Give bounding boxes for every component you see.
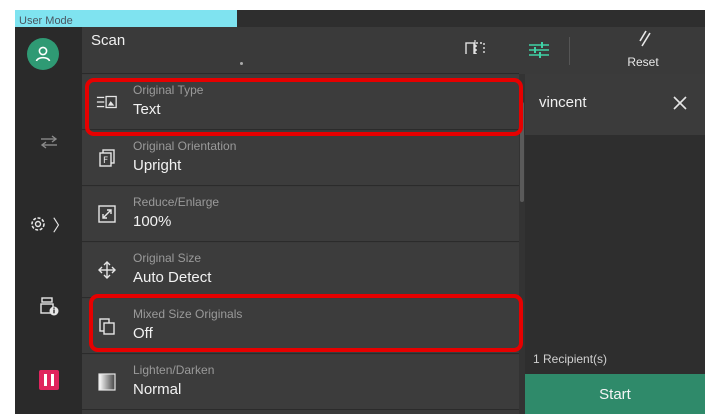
setting-value: Off bbox=[133, 325, 153, 342]
start-button[interactable]: Start bbox=[525, 374, 705, 414]
original-size-icon bbox=[96, 259, 118, 281]
pause-button[interactable] bbox=[15, 360, 82, 400]
reset-icon bbox=[639, 30, 651, 47]
setting-label: Original Type bbox=[133, 83, 204, 97]
setting-row-original-type[interactable]: Original Type Text bbox=[82, 75, 519, 130]
setting-row-original-orientation[interactable]: F Original Orientation Upright bbox=[82, 131, 519, 186]
list-top-strip bbox=[82, 54, 519, 74]
setting-value: Text bbox=[133, 101, 161, 118]
setting-label: Original Size bbox=[133, 251, 202, 265]
page-title: Scan bbox=[91, 32, 126, 49]
setting-row-lighten-darken[interactable]: Lighten/Darken Normal bbox=[82, 355, 519, 410]
setting-value: Normal bbox=[133, 381, 182, 398]
lighten-darken-icon bbox=[96, 371, 118, 393]
chevron-right-icon: 〉 bbox=[52, 218, 69, 235]
recipient-panel: vincent 1 Recipient(s) Start bbox=[525, 74, 705, 414]
recipient-item[interactable]: vincent bbox=[525, 74, 705, 135]
close-icon[interactable] bbox=[669, 92, 691, 114]
setting-label: Reduce/Enlarge bbox=[133, 195, 220, 209]
settings-icon bbox=[31, 217, 46, 231]
orientation-icon: F bbox=[96, 147, 118, 169]
user-icon[interactable] bbox=[27, 38, 59, 70]
reset-button[interactable]: Reset bbox=[611, 29, 675, 73]
setting-label: Mixed Size Originals bbox=[133, 307, 243, 321]
setting-row-original-size[interactable]: Original Size Auto Detect bbox=[82, 243, 519, 298]
recipient-count: 1 Recipient(s) bbox=[533, 352, 608, 366]
setting-label: Lighten/Darken bbox=[133, 363, 215, 377]
reduce-enlarge-icon bbox=[96, 203, 118, 225]
setting-value: Upright bbox=[133, 157, 182, 174]
transfer-icon[interactable] bbox=[15, 122, 82, 162]
setting-row-reduce-enlarge[interactable]: Reduce/Enlarge 100% bbox=[82, 187, 519, 242]
setting-row-mixed-size-originals[interactable]: Mixed Size Originals Off bbox=[82, 299, 519, 354]
original-type-icon bbox=[96, 91, 118, 113]
settings-list: Original Type Text F Original Orientatio… bbox=[82, 54, 519, 414]
scrollbar-thumb[interactable] bbox=[520, 102, 524, 202]
reset-label: Reset bbox=[627, 55, 659, 69]
setting-label: Original Orientation bbox=[133, 139, 237, 153]
user-mode-tab: User Mode bbox=[15, 10, 237, 27]
printer-panel: Scan Reset User Mode 〉 Original Type Tex… bbox=[15, 10, 705, 414]
recipient-name: vincent bbox=[539, 94, 587, 111]
pause-icon bbox=[38, 370, 59, 390]
setting-value: 100% bbox=[133, 213, 172, 230]
settings-button[interactable]: 〉 bbox=[15, 204, 82, 244]
svg-text:F: F bbox=[103, 156, 108, 166]
setting-value: Auto Detect bbox=[133, 269, 212, 286]
left-nav: 〉 bbox=[15, 74, 82, 414]
job-status-icon[interactable] bbox=[15, 286, 82, 326]
adjust-icon[interactable] bbox=[525, 36, 553, 64]
mixed-size-icon bbox=[96, 315, 118, 337]
toolbar-divider bbox=[569, 37, 570, 65]
